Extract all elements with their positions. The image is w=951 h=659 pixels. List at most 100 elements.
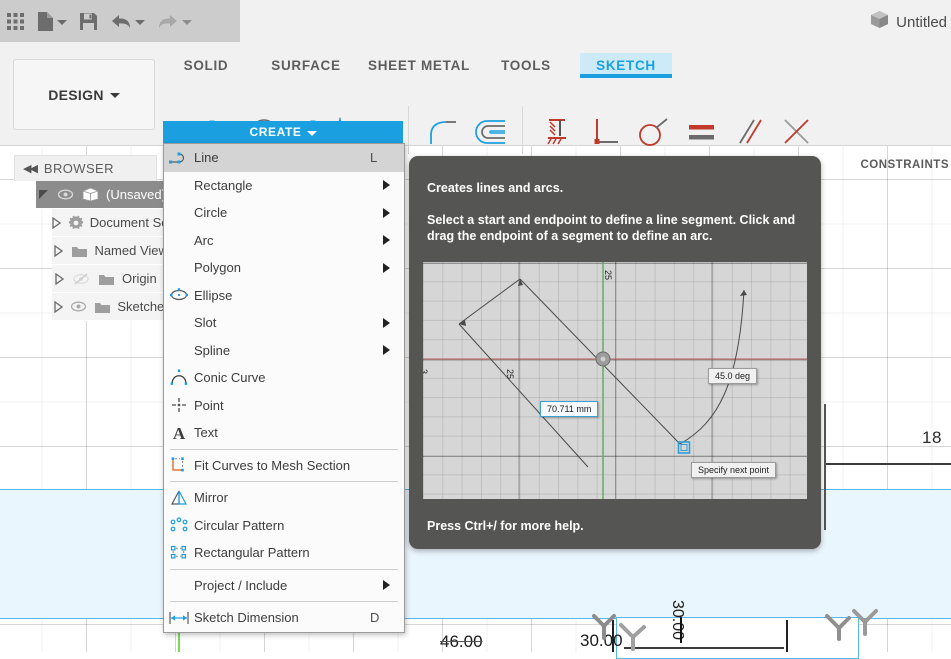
menu-item-label: Sketch Dimension (194, 610, 299, 626)
folder-icon (93, 300, 111, 314)
chevron-down-icon[interactable] (306, 130, 317, 136)
tab-sketch[interactable]: SKETCH (580, 52, 672, 78)
toolbar-offset-button[interactable] (467, 106, 515, 158)
fit-curves-icon (164, 456, 194, 474)
dimension-right[interactable]: 18 (922, 428, 942, 448)
menu-item-label: Spline (194, 342, 231, 358)
chevron-down-icon[interactable] (57, 19, 67, 25)
eye-hidden-icon[interactable] (72, 272, 90, 285)
redo-button[interactable] (151, 0, 198, 42)
double-chevron-left-icon[interactable]: ◀◀ (23, 162, 38, 175)
tab-sheet-metal[interactable]: SHEET METAL (360, 53, 478, 78)
rectangular-pattern-icon (164, 544, 194, 561)
toolbar-tangent-button[interactable] (630, 106, 678, 158)
chevron-down-icon[interactable] (135, 19, 145, 25)
menu-item-mirror[interactable]: Mirror (164, 484, 404, 512)
browser-node-unsaved[interactable]: (Unsaved) (36, 181, 166, 209)
dimension-feature-height[interactable]: 30.00 (668, 600, 686, 640)
undo-button[interactable] (104, 0, 151, 42)
menu-item-label: Rectangular Pattern (194, 545, 310, 561)
menu-item-arc[interactable]: Arc (164, 227, 404, 255)
menu-item-line[interactable]: Line L (164, 144, 404, 172)
browser-node-named-views[interactable]: Named Views (52, 237, 166, 265)
workspace-switcher-button[interactable]: DESIGN (13, 59, 155, 130)
mirror-icon (164, 489, 194, 506)
folder-icon (71, 244, 89, 258)
menu-item-spline[interactable]: Spline (164, 337, 404, 365)
menu-item-label: Rectangle (194, 177, 253, 193)
submenu-arrow-icon (383, 580, 390, 591)
tab-solid[interactable]: SOLID (160, 53, 252, 78)
menu-item-label: Polygon (194, 260, 241, 276)
fix-constraint-icon-2[interactable] (616, 618, 650, 652)
tooltip-preview-image: 25 25 3 70.711 mm 45.0 deg Specify next … (423, 262, 807, 499)
chevron-down-icon[interactable] (182, 19, 192, 25)
menu-item-text[interactable]: A Text (164, 419, 404, 447)
menu-item-label: Circular Pattern (194, 517, 285, 533)
tab-surface[interactable]: SURFACE (252, 53, 360, 78)
sketch-vertical-edge (824, 404, 826, 530)
eye-visible-icon[interactable] (71, 301, 87, 312)
component-cube-icon (80, 187, 100, 202)
menu-item-polygon[interactable]: Polygon (164, 254, 404, 282)
toolbar-fix-ground-button[interactable] (534, 106, 582, 158)
dimension-overall-width[interactable]: 46.00 (440, 632, 483, 652)
equal-icon (682, 116, 722, 148)
browser-header[interactable]: ◀◀ BROWSER (14, 155, 157, 181)
menu-item-circular-pattern[interactable]: Circular Pattern (164, 512, 404, 540)
new-document-button[interactable] (31, 0, 73, 42)
tab-tools[interactable]: TOOLS (478, 53, 574, 78)
menu-item-slot[interactable]: Slot (164, 309, 404, 337)
command-tooltip: Creates lines and arcs. Select a start a… (409, 156, 821, 549)
browser-node-label: Named Views (94, 243, 166, 258)
toolbar-perpendicular-button[interactable] (582, 106, 630, 158)
chevron-down-icon (109, 93, 120, 98)
menu-item-circle[interactable]: Circle (164, 199, 404, 227)
twisty-closed-icon[interactable] (52, 244, 65, 257)
browser-node-origin[interactable]: Origin (52, 265, 166, 293)
menu-item-point[interactable]: Point (164, 392, 404, 420)
panel-create-label-bar[interactable]: CREATE (163, 121, 403, 143)
coincident-icon (776, 116, 820, 148)
menu-item-rectangular-pattern[interactable]: Rectangular Pattern (164, 539, 404, 567)
menu-separator (170, 568, 398, 570)
twisty-closed-icon[interactable] (52, 272, 66, 285)
menu-item-label: Circle (194, 205, 228, 221)
eye-visible-icon[interactable] (56, 189, 74, 200)
cube-icon (870, 10, 889, 34)
menu-item-label: Arc (194, 232, 214, 248)
document-tab-label: Untitled (896, 13, 947, 31)
create-dropdown-menu: Line L Rectangle Circle Arc Polygon Elli… (163, 143, 405, 633)
browser-node-sketches[interactable]: Sketches (52, 293, 166, 321)
browser-node-label: Sketches (117, 299, 166, 314)
menu-item-project-include[interactable]: Project / Include (164, 572, 404, 600)
preview-length-value: 70.711 mm (540, 401, 599, 417)
toolbar-coincident-button[interactable] (774, 106, 822, 158)
menu-item-label: Text (194, 425, 218, 441)
menu-item-fit-curves-to-mesh-section[interactable]: Fit Curves to Mesh Section (164, 452, 404, 480)
ribbon-tabs: SOLID SURFACE SHEET METAL TOOLS SKETCH (160, 52, 672, 78)
menu-item-ellipse[interactable]: Ellipse (164, 282, 404, 310)
twisty-closed-icon[interactable] (52, 216, 62, 229)
menu-item-shortcut: L (370, 150, 378, 166)
document-tab[interactable]: Untitled (870, 10, 951, 34)
save-button[interactable] (73, 0, 104, 42)
toolbar-fillet-button[interactable] (419, 106, 467, 158)
toolbar-parallel-button[interactable] (726, 106, 774, 158)
menu-item-rectangle[interactable]: Rectangle (164, 172, 404, 200)
show-data-panel-button[interactable] (0, 0, 31, 42)
toolbar-equal-button[interactable] (678, 106, 726, 158)
svg-text:A: A (173, 424, 186, 442)
twisty-open-icon[interactable] (36, 189, 50, 200)
dimension-arrow-vertical (680, 617, 682, 643)
fix-constraint-icon-4[interactable] (848, 604, 882, 638)
preview-grid-label-left: 3 (423, 369, 429, 374)
submenu-arrow-icon (383, 235, 390, 246)
menu-item-conic-curve[interactable]: Conic Curve (164, 364, 404, 392)
conic-curve-icon (164, 369, 194, 386)
browser-node-document-settings[interactable]: Document Settings (52, 209, 166, 237)
menu-item-sketch-dimension[interactable]: Sketch Dimension D (164, 604, 404, 632)
browser-node-label: Origin (122, 271, 157, 286)
twisty-closed-icon[interactable] (52, 300, 65, 313)
folder-icon (96, 272, 116, 286)
